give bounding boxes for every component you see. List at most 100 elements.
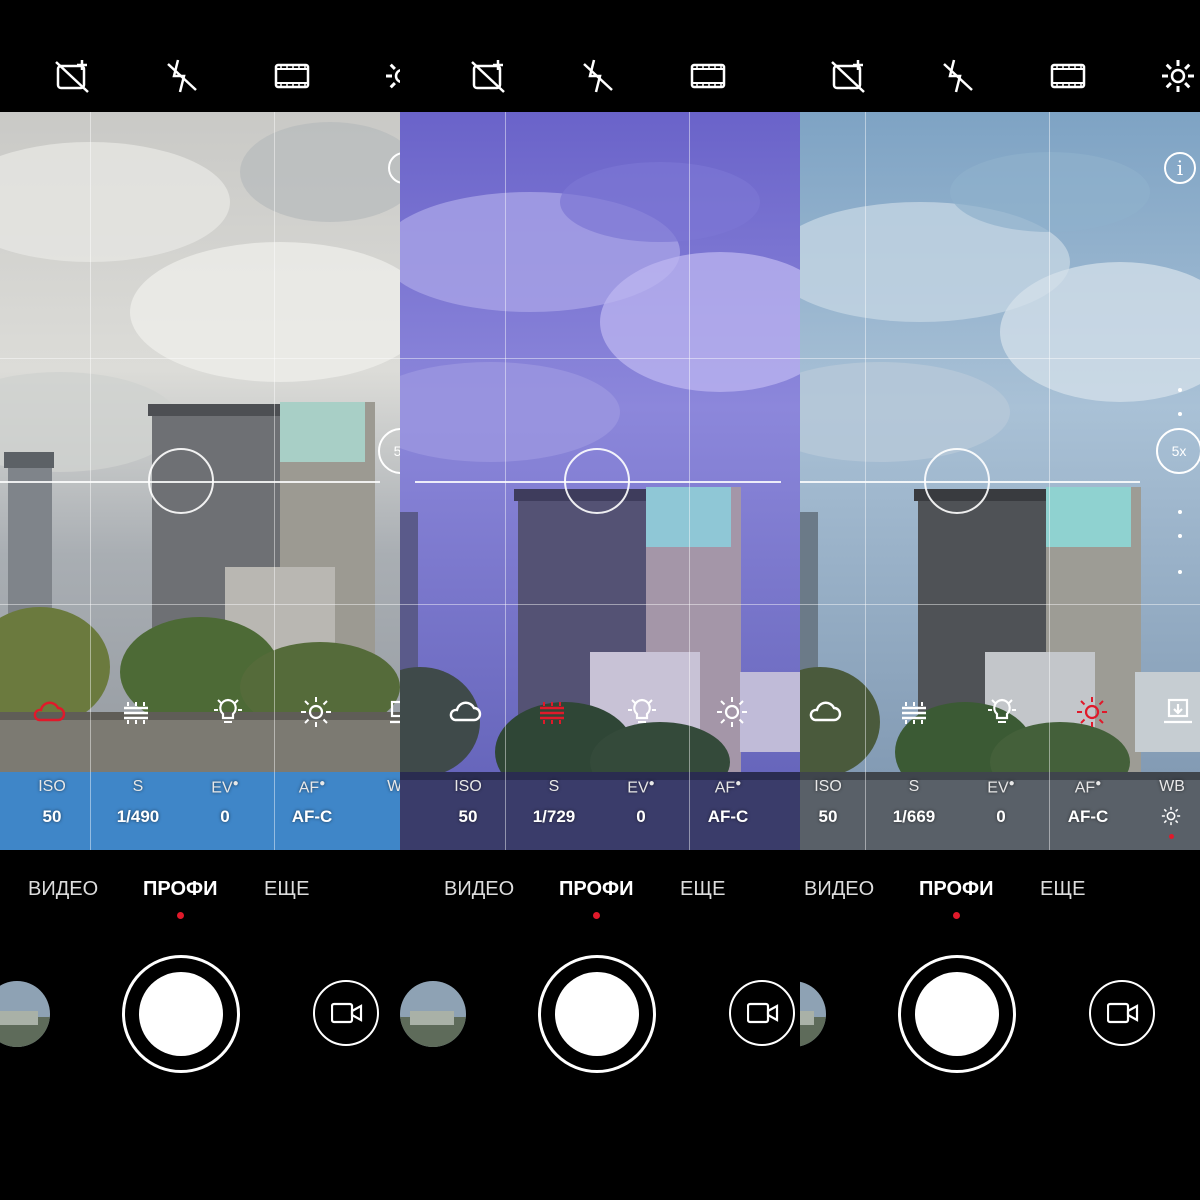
mode-video[interactable]: ВИДЕО xyxy=(28,878,98,901)
shutter-value[interactable]: 1/729 xyxy=(519,807,589,827)
zoom-scale-dot xyxy=(1178,534,1182,538)
daylight-icon[interactable] xyxy=(298,694,334,730)
mode-more[interactable]: ЕЩЕ xyxy=(680,878,725,901)
ev-value[interactable]: 0 xyxy=(606,807,676,827)
shutter-value[interactable]: 1/490 xyxy=(103,807,173,827)
iso-label: ISO xyxy=(454,778,482,795)
ev-value[interactable]: 0 xyxy=(190,807,260,827)
ai-off-icon[interactable] xyxy=(468,56,508,96)
flash-off-icon[interactable] xyxy=(162,56,202,96)
top-toolbar xyxy=(0,0,400,112)
zoom-button[interactable]: 5x xyxy=(1156,428,1200,474)
camera-screen-1: i 5x ISO 50 S 1/490 EV● 0 AF● AF-C WB ВИ… xyxy=(0,0,400,1200)
incandescent-icon[interactable] xyxy=(624,694,660,730)
daylight-icon[interactable] xyxy=(714,694,750,730)
fluorescent-icon[interactable] xyxy=(118,694,154,730)
ev-label: EV● xyxy=(627,778,655,797)
mode-more[interactable]: ЕЩЕ xyxy=(1040,878,1085,901)
aspect-ratio-icon[interactable] xyxy=(688,56,728,96)
gallery-thumbnail[interactable] xyxy=(0,981,50,1047)
shutter-label: S xyxy=(548,778,560,795)
viewfinder[interactable]: i 5x ISO 50 S 1/490 EV● 0 AF● AF-C WB xyxy=(0,112,400,850)
video-record-button[interactable] xyxy=(729,980,795,1046)
camera-screen-3: i 5x ISO 50 S 1/669 EV● 0 AF● AF-C WB ВИ… xyxy=(800,0,1200,1200)
settings-icon[interactable] xyxy=(1158,56,1198,96)
flash-off-icon[interactable] xyxy=(578,56,618,96)
shutter-label: S xyxy=(132,778,144,795)
ev-label: EV● xyxy=(987,778,1015,797)
flash-off-icon[interactable] xyxy=(938,56,978,96)
weather-cloud-icon[interactable] xyxy=(30,694,66,730)
video-camera-icon xyxy=(747,1002,779,1024)
af-label: AF● xyxy=(1074,778,1102,797)
top-toolbar xyxy=(800,0,1200,112)
grid-line xyxy=(0,358,400,359)
focus-ring[interactable] xyxy=(924,448,990,514)
weather-cloud-icon[interactable] xyxy=(446,694,482,730)
iso-label: ISO xyxy=(38,778,66,795)
zoom-scale-dot xyxy=(1178,570,1182,574)
shutter-button[interactable] xyxy=(538,955,656,1073)
wb-label: WB xyxy=(387,778,400,795)
top-toolbar xyxy=(400,0,800,112)
grid-line xyxy=(800,604,1200,605)
iso-value[interactable]: 50 xyxy=(17,807,87,827)
grid-line xyxy=(400,358,800,359)
viewfinder[interactable]: i 5x ISO 50 S 1/669 EV● 0 AF● AF-C WB xyxy=(800,112,1200,850)
daylight-icon[interactable] xyxy=(1074,694,1110,730)
mode-video[interactable]: ВИДЕО xyxy=(804,878,874,901)
weather-cloud-icon[interactable] xyxy=(806,694,842,730)
shutter-button[interactable] xyxy=(898,955,1016,1073)
info-button[interactable]: i xyxy=(1164,152,1196,184)
wb-daylight-icon[interactable] xyxy=(1160,805,1182,827)
zoom-scale-dot xyxy=(1178,412,1182,416)
mode-pro[interactable]: ПРОФИ xyxy=(919,878,993,901)
mode-video[interactable]: ВИДЕО xyxy=(444,878,514,901)
video-camera-icon xyxy=(331,1002,363,1024)
af-value[interactable]: AF-C xyxy=(277,807,347,827)
custom-wb-icon[interactable] xyxy=(386,694,400,730)
gallery-thumbnail[interactable] xyxy=(400,981,466,1047)
incandescent-icon[interactable] xyxy=(984,694,1020,730)
fluorescent-icon[interactable] xyxy=(534,694,570,730)
shutter-core xyxy=(555,972,639,1056)
focus-ring[interactable] xyxy=(564,448,630,514)
zoom-scale-dot xyxy=(1178,510,1182,514)
mode-pro[interactable]: ПРОФИ xyxy=(559,878,633,901)
af-label: AF● xyxy=(298,778,326,797)
shutter-value[interactable]: 1/669 xyxy=(879,807,949,827)
zoom-scale-dot xyxy=(1178,388,1182,392)
active-mode-dot xyxy=(593,912,600,919)
ai-off-icon[interactable] xyxy=(828,56,868,96)
gallery-thumbnail[interactable] xyxy=(800,981,826,1047)
video-record-button[interactable] xyxy=(1089,980,1155,1046)
aspect-ratio-icon[interactable] xyxy=(1048,56,1088,96)
mode-pro[interactable]: ПРОФИ xyxy=(143,878,217,901)
viewfinder[interactable]: ISO 50 S 1/729 EV● 0 AF● AF-C xyxy=(400,112,800,850)
video-camera-icon xyxy=(1107,1002,1139,1024)
shutter-core xyxy=(915,972,999,1056)
iso-value[interactable]: 50 xyxy=(433,807,503,827)
settings-icon[interactable] xyxy=(382,56,400,96)
incandescent-icon[interactable] xyxy=(210,694,246,730)
af-value[interactable]: AF-C xyxy=(1053,807,1123,827)
grid-line xyxy=(800,358,1200,359)
active-mode-dot xyxy=(953,912,960,919)
shutter-core xyxy=(139,972,223,1056)
video-record-button[interactable] xyxy=(313,980,379,1046)
grid-line xyxy=(0,604,400,605)
ai-off-icon[interactable] xyxy=(52,56,92,96)
wb-label: WB xyxy=(1159,778,1185,795)
focus-ring[interactable] xyxy=(148,448,214,514)
wb-active-dot xyxy=(1169,834,1174,839)
shutter-button[interactable] xyxy=(122,955,240,1073)
af-value[interactable]: AF-C xyxy=(693,807,763,827)
iso-value[interactable]: 50 xyxy=(800,807,863,827)
iso-label: ISO xyxy=(814,778,842,795)
mode-more[interactable]: ЕЩЕ xyxy=(264,878,309,901)
active-mode-dot xyxy=(177,912,184,919)
fluorescent-icon[interactable] xyxy=(896,694,932,730)
custom-wb-icon[interactable] xyxy=(1160,694,1196,730)
ev-value[interactable]: 0 xyxy=(966,807,1036,827)
aspect-ratio-icon[interactable] xyxy=(272,56,312,96)
